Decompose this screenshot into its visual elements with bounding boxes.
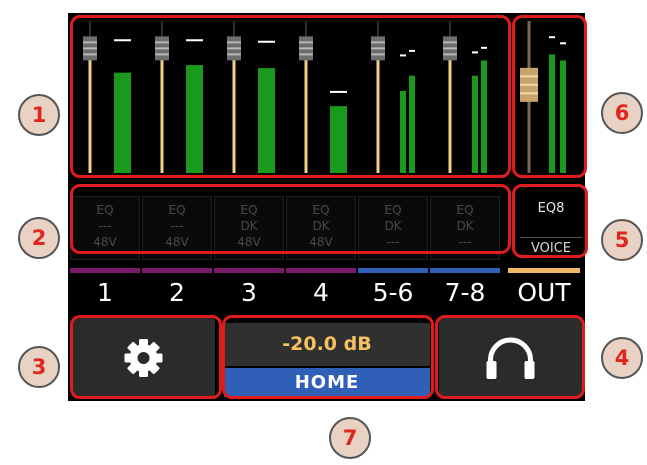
channel-label-4[interactable]: 4 — [286, 275, 356, 311]
callout-7: 7 — [329, 417, 371, 459]
channel-stripe-2 — [142, 268, 212, 273]
callout-1: 1 — [18, 94, 60, 136]
highlight-channel-settings — [70, 184, 511, 254]
callout-2: 2 — [18, 217, 60, 259]
channel-label-7-8[interactable]: 7-8 — [430, 275, 500, 311]
callout-4: 4 — [601, 337, 643, 379]
channel-stripe-4 — [286, 268, 356, 273]
channel-label-3[interactable]: 3 — [214, 275, 284, 311]
channel-stripe-1 — [70, 268, 140, 273]
channel-stripe-3 — [214, 268, 284, 273]
channel-label-1[interactable]: 1 — [70, 275, 140, 311]
channel-label-5-6[interactable]: 5-6 — [358, 275, 428, 311]
callout-5: 5 — [601, 219, 643, 261]
highlight-settings-button — [70, 315, 222, 399]
channel-label-out[interactable]: OUT — [504, 275, 584, 311]
highlight-output-fader — [512, 15, 587, 178]
highlight-headphones-button — [435, 315, 585, 399]
callout-3: 3 — [18, 346, 60, 388]
highlight-level-home — [222, 315, 434, 399]
output-stripe — [508, 268, 580, 273]
channel-stripe-5-6 — [358, 268, 428, 273]
highlight-output-settings — [512, 184, 588, 258]
channel-stripe-7-8 — [430, 268, 500, 273]
highlight-faders — [70, 15, 511, 178]
callout-6: 6 — [601, 92, 643, 134]
channel-label-2[interactable]: 2 — [142, 275, 212, 311]
